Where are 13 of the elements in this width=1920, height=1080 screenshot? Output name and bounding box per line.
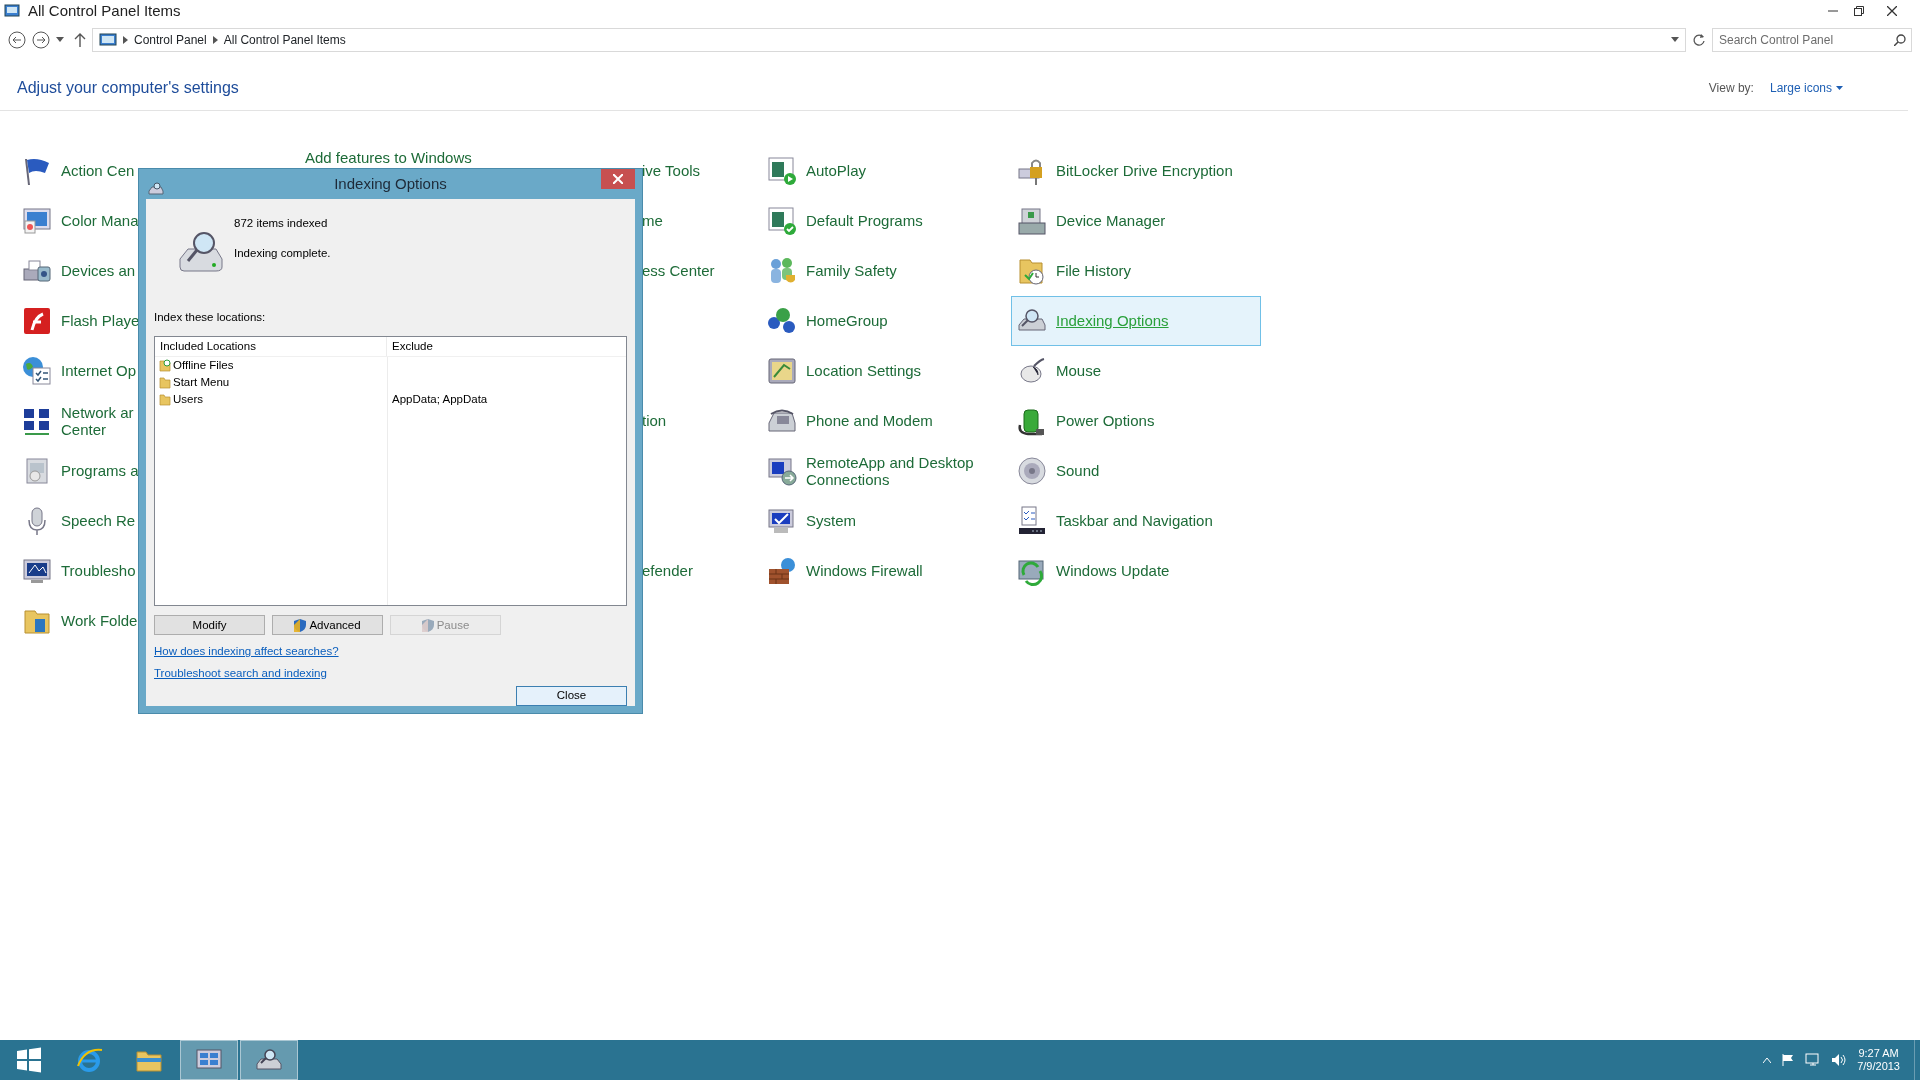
table-cell-text: Start Menu bbox=[173, 375, 230, 391]
page-heading: Adjust your computer's settings bbox=[17, 78, 239, 98]
table-cell-text: Users bbox=[173, 392, 204, 408]
dialog-title: Indexing Options bbox=[334, 173, 447, 194]
indexed-count: 872 items indexed bbox=[234, 216, 329, 231]
clock-date: 7/9/2013 bbox=[1857, 1060, 1900, 1074]
table-cell-text: Offline Files bbox=[173, 358, 234, 374]
view-by-label: View by: bbox=[1708, 80, 1754, 97]
window-title: All Control Panel Items bbox=[28, 0, 181, 21]
locations-label: Index these locations: bbox=[154, 310, 267, 325]
clock-time: 9:27 AM bbox=[1857, 1046, 1900, 1060]
indexing-status: Indexing complete. bbox=[234, 246, 331, 262]
table-cell-text: AppData; AppData bbox=[391, 392, 488, 408]
